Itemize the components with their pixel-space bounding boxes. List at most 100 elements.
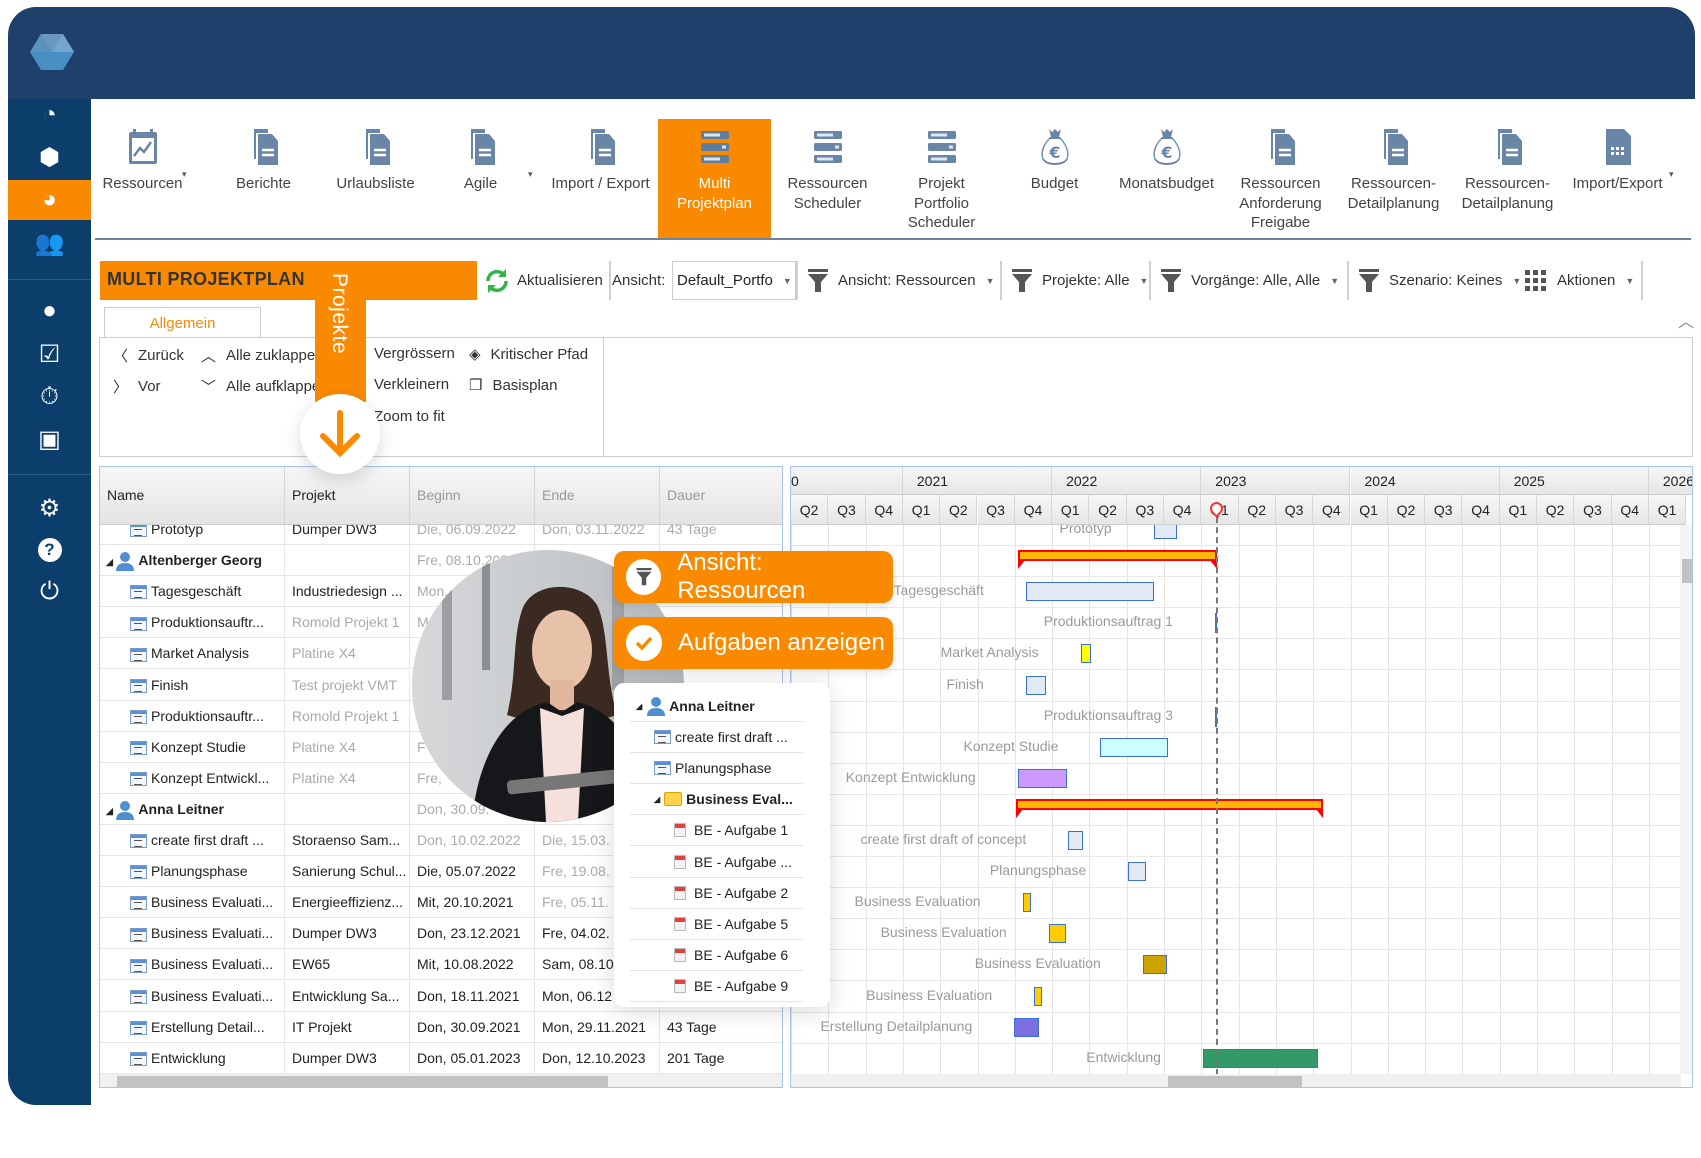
zoom-out-button[interactable]: Verkleinern — [374, 376, 449, 393]
ribbon-button-ressourcen-scheduler[interactable]: Ressourcen Scheduler — [771, 119, 884, 239]
projects-side-tab[interactable]: Projekte — [315, 267, 366, 402]
popup-tree-row[interactable]: Planungsphase — [630, 753, 803, 785]
task-bar[interactable] — [1017, 768, 1068, 788]
collapse-all-button[interactable]: ︿ Alle zuklappen — [201, 345, 324, 366]
popup-tree-row[interactable]: create first draft ... — [630, 722, 803, 754]
dropdown-caret-icon[interactable]: ▾ — [528, 165, 533, 185]
sidebar-item-help[interactable]: ? — [8, 530, 91, 570]
filter-dropdown[interactable]: Projekte: Alle ▼ — [1012, 261, 1148, 300]
popup-tree-row[interactable]: BE - Aufgabe 6 — [630, 940, 803, 971]
task-bar[interactable] — [1068, 831, 1083, 850]
tab-allgemein[interactable]: Allgemein — [104, 307, 261, 338]
column-header-name[interactable]: Name — [100, 467, 285, 525]
column-header-projekt[interactable]: Projekt — [285, 467, 410, 525]
task-bar[interactable] — [1202, 1048, 1318, 1068]
ribbon-button-budget[interactable]: Budget — [998, 119, 1111, 239]
year-header: 2026 — [1648, 467, 1692, 495]
task-bar[interactable] — [1048, 924, 1066, 944]
baseline-button[interactable]: ❒ Basisplan — [469, 376, 558, 395]
collapse-ribbon-icon[interactable]: ︿ — [1678, 308, 1694, 332]
ribbon-button-berichte[interactable]: Berichte — [207, 119, 320, 239]
popup-tree-row[interactable]: ◢ Anna Leitner — [630, 691, 803, 722]
back-button[interactable]: 〈 Zurück — [113, 345, 184, 366]
dropdown-caret-icon[interactable]: ▾ — [182, 165, 187, 185]
scrollbar-thumb[interactable] — [1168, 1076, 1302, 1087]
collapse-all-label: Alle zuklappen — [226, 347, 324, 364]
column-header-dauer[interactable]: Dauer — [660, 467, 782, 525]
expand-triangle-icon[interactable]: ◢ — [106, 557, 115, 567]
ribbon-button-ressourcen-detailplanung[interactable]: Ressourcen- Detailplanung — [1337, 119, 1450, 239]
refresh-button[interactable]: Aktualisieren — [483, 261, 603, 300]
forward-button[interactable]: 〉 Vor — [113, 376, 161, 397]
ribbon-button-import-export[interactable]: Import / Export — [544, 119, 657, 239]
hexagon-logo[interactable] — [30, 32, 74, 72]
table-row[interactable]: Erstellung Detail... IT Projekt Don, 30.09… — [100, 1011, 782, 1043]
filter-dropdown[interactable]: Vorgänge: Alle, Alle ▼ — [1161, 261, 1339, 300]
task-bar[interactable] — [1153, 525, 1178, 539]
sidebar-item-user-profile[interactable]: ● — [8, 291, 91, 331]
ribbon-button-urlaubsliste[interactable]: Urlaubsliste — [319, 119, 432, 239]
task-bar[interactable] — [1025, 675, 1046, 695]
task-bar[interactable] — [1014, 1017, 1039, 1037]
popup-tree-row[interactable]: BE - Aufgabe 9 — [630, 971, 803, 1002]
sidebar-item-users[interactable]: 👥 — [8, 223, 91, 263]
sidebar-item-hexagon[interactable]: ⬢ — [8, 137, 91, 177]
task-bar[interactable] — [1080, 644, 1092, 664]
task-bar[interactable] — [1034, 986, 1043, 1006]
ribbon-button-import-export[interactable]: Import/Export ▾ — [1561, 119, 1674, 239]
sidebar-item-power[interactable]: ⏻ — [8, 572, 91, 612]
expand-triangle-icon[interactable]: ◢ — [636, 702, 642, 711]
sidebar-item-stopwatch[interactable]: ⏱ — [8, 377, 91, 417]
row-name: Entwicklung — [151, 1049, 226, 1066]
show-tasks-pill[interactable]: Aufgaben anzeigen — [614, 617, 893, 669]
task-bar[interactable] — [1025, 582, 1154, 602]
server-stack-icon — [693, 125, 737, 169]
popup-tree-row[interactable]: ◢ Business Eval... — [630, 784, 803, 816]
task-bar[interactable] — [1128, 862, 1147, 882]
table-row[interactable]: Prototyp Dumper DW3 Die, 06.09.2022 Don, 03… — [100, 525, 782, 546]
task-bar[interactable] — [1100, 737, 1169, 757]
zoom-in-button[interactable]: Vergrössern — [374, 345, 455, 362]
expand-triangle-icon[interactable]: ◢ — [106, 806, 115, 816]
sidebar-item-calendar[interactable]: ▣ — [8, 419, 91, 459]
expand-triangle-icon[interactable]: ◢ — [654, 795, 660, 804]
ribbon-button-ressourcen-anforderung-freigabe[interactable]: Ressourcen Anforderung Freigabe — [1224, 119, 1337, 239]
summary-bar[interactable] — [1017, 550, 1217, 570]
sidebar-item-gear[interactable]: ⚙ — [8, 488, 91, 528]
task-bar[interactable] — [1022, 893, 1031, 913]
zoom-fit-button[interactable]: Zoom to fit — [374, 408, 445, 425]
sidebar-item-checkbox[interactable]: ☑ — [8, 334, 91, 374]
popup-tree-row[interactable]: BE - Aufgabe 2 — [630, 878, 803, 909]
gantt-horizontal-scrollbar[interactable] — [791, 1074, 1681, 1087]
view-select[interactable]: Default_Portfo ▼ — [672, 261, 796, 300]
expand-all-button[interactable]: ﹀ Alle aufklappen — [201, 376, 329, 397]
ribbon-button-agile[interactable]: Agile ▾ — [424, 119, 537, 239]
filter-dropdown[interactable]: Ansicht: Ressourcen ▼ — [808, 261, 995, 300]
view-resources-pill[interactable]: Ansicht: Ressourcen — [614, 549, 893, 604]
ribbon-button-ressourcen-detailplanung[interactable]: Ressourcen- Detailplanung — [1451, 119, 1564, 239]
sidebar-item-dashboard-gauge[interactable]: ◔ — [8, 95, 91, 135]
popup-tree-row[interactable]: BE - Aufgabe 5 — [630, 909, 803, 940]
ribbon-button-monatsbudget[interactable]: Monatsbudget — [1110, 119, 1223, 239]
ribbon-button-ressourcen[interactable]: Ressourcen ▾ — [86, 119, 199, 239]
table-row[interactable]: Entwicklung Dumper DW3 Don, 05.01.2023 Don,… — [100, 1042, 782, 1074]
scrollbar-thumb[interactable] — [117, 1076, 608, 1087]
ribbon-button-multi-projektplan[interactable]: Multi Projektplan — [658, 119, 771, 239]
scroll-down-button[interactable] — [300, 394, 380, 474]
ribbon-label: Ressourcen- Detailplanung — [1461, 175, 1554, 212]
critical-path-button[interactable]: ◈ Kritischer Pfad — [469, 345, 588, 364]
ribbon-button-projekt-portfolio-scheduler[interactable]: Projekt Portfolio Scheduler — [885, 119, 998, 239]
filter-dropdown[interactable]: Szenario: Keines ▼ — [1359, 261, 1521, 300]
actions-button[interactable]: Aktionen ▼ — [1525, 261, 1634, 300]
popup-tree-row[interactable]: BE - Aufgabe 1 — [630, 815, 803, 847]
scrollbar-thumb[interactable] — [1682, 559, 1692, 583]
column-header-beginn[interactable]: Beginn — [410, 467, 535, 525]
summary-bar[interactable] — [1015, 798, 1323, 818]
gantt-vertical-scrollbar[interactable] — [1680, 525, 1692, 1074]
task-bar[interactable] — [1142, 955, 1167, 975]
grid-horizontal-scrollbar[interactable] — [100, 1074, 782, 1087]
column-header-ende[interactable]: Ende — [535, 467, 660, 525]
popup-tree-row[interactable]: BE - Aufgabe ... — [630, 847, 803, 878]
dropdown-caret-icon[interactable]: ▾ — [1669, 165, 1674, 185]
sidebar-item-pie-chart[interactable]: ◕ — [8, 180, 91, 220]
